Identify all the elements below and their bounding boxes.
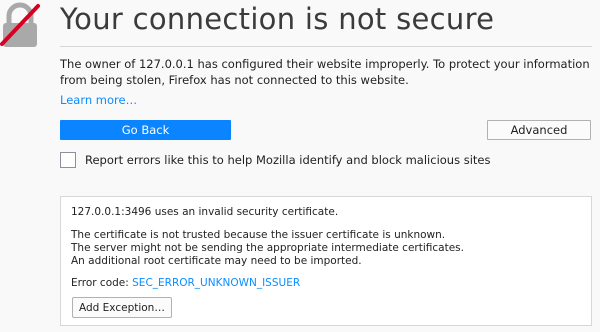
certificate-detail: The certificate is not trusted because t… <box>71 229 446 241</box>
certificate-summary: 127.0.0.1:3496 uses an invalid security … <box>71 206 339 218</box>
add-exception-button[interactable]: Add Exception… <box>72 297 172 318</box>
report-errors-checkbox[interactable] <box>60 152 76 168</box>
error-code-label: Error code: <box>71 277 129 289</box>
advanced-panel: 127.0.0.1:3496 uses an invalid security … <box>60 196 592 326</box>
go-back-button[interactable]: Go Back <box>60 120 231 140</box>
broken-lock-icon <box>0 2 44 48</box>
error-code-line: Error code: SEC_ERROR_UNKNOWN_ISSUER <box>71 277 300 289</box>
error-description: The owner of 127.0.0.1 has configured th… <box>60 57 590 87</box>
certificate-detail: An additional root certificate may need … <box>71 255 362 267</box>
title-divider <box>60 46 592 47</box>
certificate-detail: The server might not be sending the appr… <box>71 242 464 254</box>
advanced-button[interactable]: Advanced <box>487 120 591 140</box>
error-code-link[interactable]: SEC_ERROR_UNKNOWN_ISSUER <box>132 277 300 289</box>
report-errors-label: Report errors like this to help Mozilla … <box>85 153 491 167</box>
learn-more-link[interactable]: Learn more… <box>60 93 137 107</box>
page-title: Your connection is not secure <box>60 2 495 36</box>
